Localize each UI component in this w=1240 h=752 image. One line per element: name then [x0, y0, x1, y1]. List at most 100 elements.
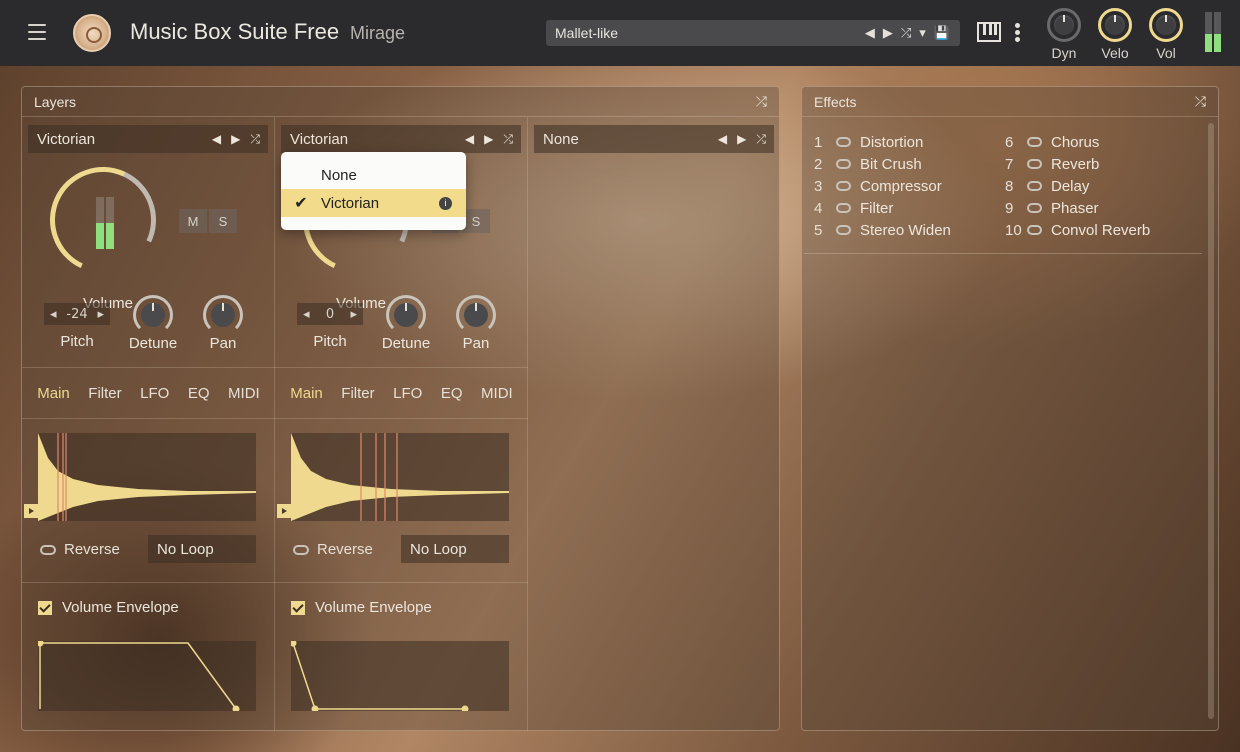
next-icon[interactable]: ▶ [231, 132, 240, 147]
layer-source-selector[interactable]: Victorian ◀ ▶ ⤮ [28, 125, 268, 153]
next-icon[interactable]: ▶ [484, 132, 493, 147]
volume-envelope-label: Volume Envelope [315, 599, 432, 616]
volume-envelope-row[interactable]: Volume Envelope [22, 582, 275, 632]
vol-knob[interactable] [1149, 8, 1183, 42]
piano-icon[interactable] [977, 22, 1001, 42]
dyn-knob[interactable] [1047, 8, 1081, 42]
prev-icon[interactable]: ◀ [718, 132, 727, 147]
effects-scrollbar[interactable] [1208, 123, 1214, 719]
prev-icon[interactable]: ◀ [465, 132, 474, 147]
tab-main[interactable]: Main [290, 385, 323, 402]
solo-button[interactable]: S [209, 209, 237, 233]
toggle-icon[interactable] [1027, 225, 1042, 235]
effect-item[interactable]: 2 Bit Crush [814, 155, 1005, 173]
velo-label: Velo [1101, 45, 1129, 61]
velo-knob[interactable] [1098, 8, 1132, 42]
effect-name: Filter [860, 199, 894, 217]
hamburger-menu-icon[interactable] [28, 24, 46, 40]
layer-source-selector[interactable]: Victorian ◀ ▶ ⤮ [281, 125, 521, 153]
pitch-up-icon[interactable]: ▸ [350, 307, 357, 322]
dropdown-item-none[interactable]: None [281, 161, 466, 189]
reverse-toggle[interactable]: Reverse [293, 541, 373, 558]
effect-item[interactable]: 6 Chorus [1005, 133, 1195, 151]
pan-label: Pan [462, 335, 490, 352]
pitch-value: -24 [66, 306, 88, 322]
toggle-icon[interactable] [1027, 159, 1042, 169]
effect-item[interactable]: 9 Phaser [1005, 199, 1195, 217]
effect-number: 5 [814, 221, 823, 239]
pitch-up-icon[interactable]: ▸ [97, 307, 104, 322]
shuffle-icon[interactable]: ⤮ [503, 132, 513, 147]
reverse-label: Reverse [64, 541, 120, 558]
detune-knob[interactable] [133, 295, 173, 335]
envelope-editor[interactable] [289, 639, 509, 713]
tab-eq[interactable]: EQ [441, 385, 463, 402]
tab-midi[interactable]: MIDI [481, 385, 513, 402]
pan-knob[interactable] [456, 295, 496, 335]
toggle-icon[interactable] [836, 159, 851, 169]
layer-level-meter [96, 197, 114, 249]
preset-selector[interactable]: Mallet-like ◀ ▶ ⤮ ▾ 💾 [546, 20, 960, 46]
effect-item[interactable]: 4 Filter [814, 199, 1005, 217]
tab-main[interactable]: Main [37, 385, 70, 402]
envelope-editor[interactable] [36, 639, 256, 713]
checkbox-icon[interactable] [38, 600, 52, 615]
effect-item[interactable]: 10 Convol Reverb [1005, 221, 1195, 239]
preset-shuffle-icon[interactable]: ⤮ [901, 26, 911, 41]
toggle-icon[interactable] [1027, 137, 1042, 147]
tab-lfo[interactable]: LFO [393, 385, 422, 402]
source-dropdown-menu: None ✔ Victorian i [281, 152, 466, 230]
detune-knob[interactable] [386, 295, 426, 335]
volume-envelope-row[interactable]: Volume Envelope [275, 582, 528, 632]
effect-name: Convol Reverb [1051, 221, 1151, 239]
pitch-stepper[interactable]: ◂ 0 ▸ [297, 303, 363, 325]
pan-knob[interactable] [203, 295, 243, 335]
effect-item[interactable]: 8 Delay [1005, 177, 1195, 195]
layers-shuffle-icon[interactable]: ⤮ [756, 93, 767, 110]
next-icon[interactable]: ▶ [737, 132, 746, 147]
pitch-stepper[interactable]: ◂ -24 ▸ [44, 303, 110, 325]
effects-shuffle-icon[interactable]: ⤮ [1195, 93, 1206, 110]
pitch-down-icon[interactable]: ◂ [303, 307, 310, 322]
preset-save-icon[interactable]: 💾 [934, 26, 950, 41]
play-marker-icon[interactable] [277, 504, 291, 518]
checkbox-icon[interactable] [291, 600, 305, 615]
prev-icon[interactable]: ◀ [212, 132, 221, 147]
loop-mode-select[interactable]: No Loop [148, 535, 256, 563]
layers-header: Layers ⤮ [22, 87, 779, 117]
waveform-display[interactable] [38, 433, 256, 521]
tab-filter[interactable]: Filter [341, 385, 374, 402]
effect-item[interactable]: 5 Stereo Widen [814, 221, 1005, 239]
reverse-toggle[interactable]: Reverse [40, 541, 120, 558]
toggle-icon[interactable] [1027, 203, 1042, 213]
loop-mode-select[interactable]: No Loop [401, 535, 509, 563]
layer-tabs: Main Filter LFO EQ MIDI [22, 367, 275, 419]
toggle-icon[interactable] [1027, 181, 1042, 191]
toggle-icon[interactable] [836, 181, 851, 191]
pitch-down-icon[interactable]: ◂ [50, 307, 57, 322]
mute-button[interactable]: M [179, 209, 207, 233]
waveform-display[interactable] [291, 433, 509, 521]
layer-source-selector[interactable]: None ◀ ▶ ⤮ [534, 125, 774, 153]
effect-item[interactable]: 7 Reverb [1005, 155, 1195, 173]
preset-dropdown-icon[interactable]: ▾ [919, 26, 926, 41]
tab-filter[interactable]: Filter [88, 385, 121, 402]
more-options-icon[interactable] [1015, 23, 1021, 44]
tab-eq[interactable]: EQ [188, 385, 210, 402]
info-icon[interactable]: i [439, 196, 452, 210]
effect-item[interactable]: 1 Distortion [814, 133, 1005, 151]
effect-item[interactable]: 3 Compressor [814, 177, 1005, 195]
shuffle-icon[interactable]: ⤮ [756, 132, 766, 147]
toggle-icon[interactable] [836, 137, 851, 147]
solo-button[interactable]: S [462, 209, 490, 233]
dropdown-item-victorian[interactable]: ✔ Victorian i [281, 189, 466, 217]
preset-prev-icon[interactable]: ◀ [865, 26, 875, 41]
layer-column-1: Victorian ◀▶⤮ M S Volume ◂ -24 ▸ Pitch D… [22, 117, 275, 731]
tab-midi[interactable]: MIDI [228, 385, 260, 402]
play-marker-icon[interactable] [24, 504, 38, 518]
toggle-icon[interactable] [836, 225, 851, 235]
tab-lfo[interactable]: LFO [140, 385, 169, 402]
shuffle-icon[interactable]: ⤮ [250, 132, 260, 147]
preset-next-icon[interactable]: ▶ [883, 26, 893, 41]
toggle-icon[interactable] [836, 203, 851, 213]
